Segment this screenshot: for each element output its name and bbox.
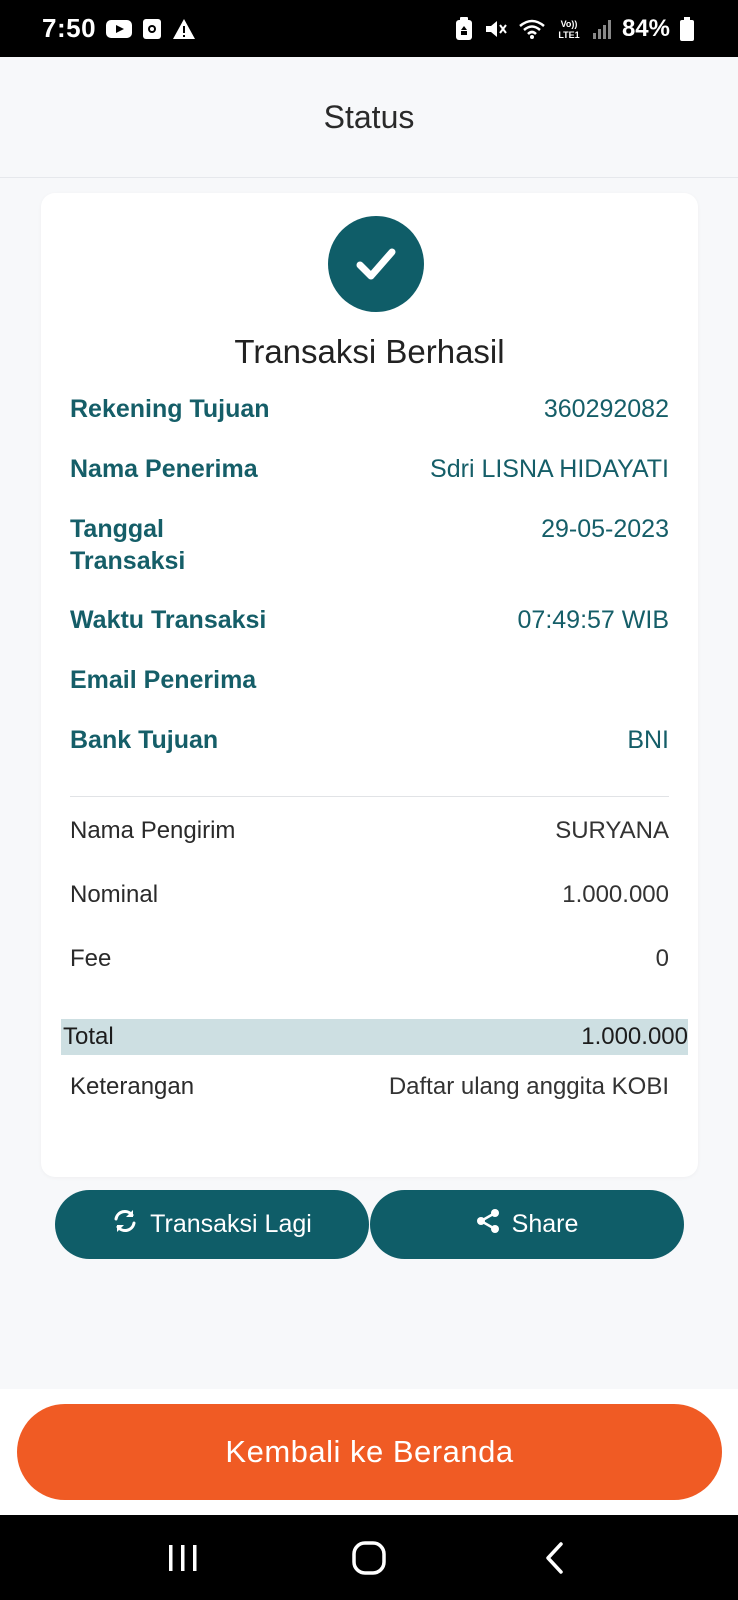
fee-label: Fee [70, 945, 112, 972]
tanggal-transaksi-label-line2: Transaksi [70, 547, 186, 575]
mute-icon [484, 18, 508, 40]
share-icon [476, 1208, 500, 1241]
row-keterangan: Keterangan Daftar ulang anggita KOBI [70, 1071, 669, 1103]
row-bank-tujuan: Bank Tujuan BNI [70, 724, 669, 756]
youtube-icon [106, 19, 133, 39]
nama-pengirim-value: SURYANA [555, 817, 669, 844]
svg-text:LTE1: LTE1 [558, 30, 579, 40]
wifi-icon [518, 18, 546, 40]
total-row: Total 1.000.000 [61, 1019, 688, 1055]
transaction-card: Transaksi Berhasil Rekening Tujuan 36029… [41, 193, 698, 1177]
app-notification-icon [142, 18, 162, 40]
total-label: Total [63, 1023, 114, 1050]
home-icon[interactable] [329, 1528, 409, 1588]
battery-icon [680, 16, 694, 41]
refresh-icon [112, 1208, 138, 1241]
bank-tujuan-label: Bank Tujuan [70, 726, 219, 754]
warning-icon [172, 18, 196, 40]
status-bar: 7:50 Vo)) LTE1 84% [0, 0, 738, 57]
share-label: Share [511, 1210, 579, 1238]
kembali-ke-beranda-button[interactable]: Kembali ke Beranda [17, 1404, 722, 1500]
rekening-tujuan-label: Rekening Tujuan [70, 395, 270, 423]
tanggal-transaksi-label-line1: Tanggal [70, 515, 164, 543]
row-waktu-transaksi: Waktu Transaksi 07:49:57 WIB [70, 604, 669, 636]
row-tanggal-transaksi: Tanggal Transaksi 29-05-2023 [70, 513, 669, 577]
row-nama-penerima: Nama Penerima Sdri LISNA HIDAYATI [70, 453, 669, 485]
share-button[interactable]: Share [370, 1190, 684, 1259]
nama-penerima-value: Sdri LISNA HIDAYATI [430, 455, 669, 483]
fee-value: 0 [655, 945, 669, 972]
app-header: Status [0, 57, 738, 178]
nama-penerima-label: Nama Penerima [70, 455, 258, 483]
email-penerima-label: Email Penerima [70, 666, 257, 694]
volte-icon: Vo)) LTE1 [556, 17, 582, 41]
nominal-label: Nominal [70, 881, 159, 908]
check-icon [328, 216, 424, 312]
recycle-icon [454, 16, 474, 41]
rekening-tujuan-value: 360292082 [543, 395, 669, 423]
recent-apps-icon[interactable] [143, 1528, 223, 1588]
back-icon[interactable] [515, 1528, 595, 1588]
waktu-transaksi-value: 07:49:57 WIB [517, 606, 669, 634]
row-fee: Fee 0 [70, 943, 669, 975]
divider [70, 796, 669, 797]
keterangan-value: Daftar ulang anggita KOBI [388, 1073, 669, 1100]
row-nominal: Nominal 1.000.000 [70, 879, 669, 911]
system-nav-bar [0, 1515, 738, 1600]
transaksi-lagi-label: Transaksi Lagi [150, 1210, 312, 1238]
success-title: Transaksi Berhasil [234, 333, 505, 370]
waktu-transaksi-label: Waktu Transaksi [70, 606, 267, 634]
transaksi-lagi-button[interactable]: Transaksi Lagi [55, 1190, 369, 1259]
battery-level: 84% [621, 14, 670, 42]
tanggal-transaksi-value: 29-05-2023 [541, 515, 669, 543]
page-title: Status [323, 98, 415, 135]
row-email-penerima: Email Penerima [70, 664, 669, 696]
bank-tujuan-value: BNI [627, 726, 669, 754]
status-bar-right: Vo)) LTE1 84% [454, 15, 694, 43]
signal-icon [592, 18, 612, 40]
row-nama-pengirim: Nama Pengirim SURYANA [70, 815, 669, 847]
status-time: 7:50 [42, 13, 97, 43]
nominal-value: 1.000.000 [562, 881, 669, 908]
tanggal-transaksi-label: Tanggal Transaksi [70, 513, 185, 577]
row-rekening-tujuan: Rekening Tujuan 360292082 [70, 393, 669, 425]
status-bar-left: 7:50 [42, 13, 196, 44]
keterangan-label: Keterangan [70, 1073, 195, 1100]
total-value: 1.000.000 [581, 1023, 688, 1050]
nama-pengirim-label: Nama Pengirim [70, 817, 236, 844]
svg-text:Vo)): Vo)) [561, 19, 578, 29]
